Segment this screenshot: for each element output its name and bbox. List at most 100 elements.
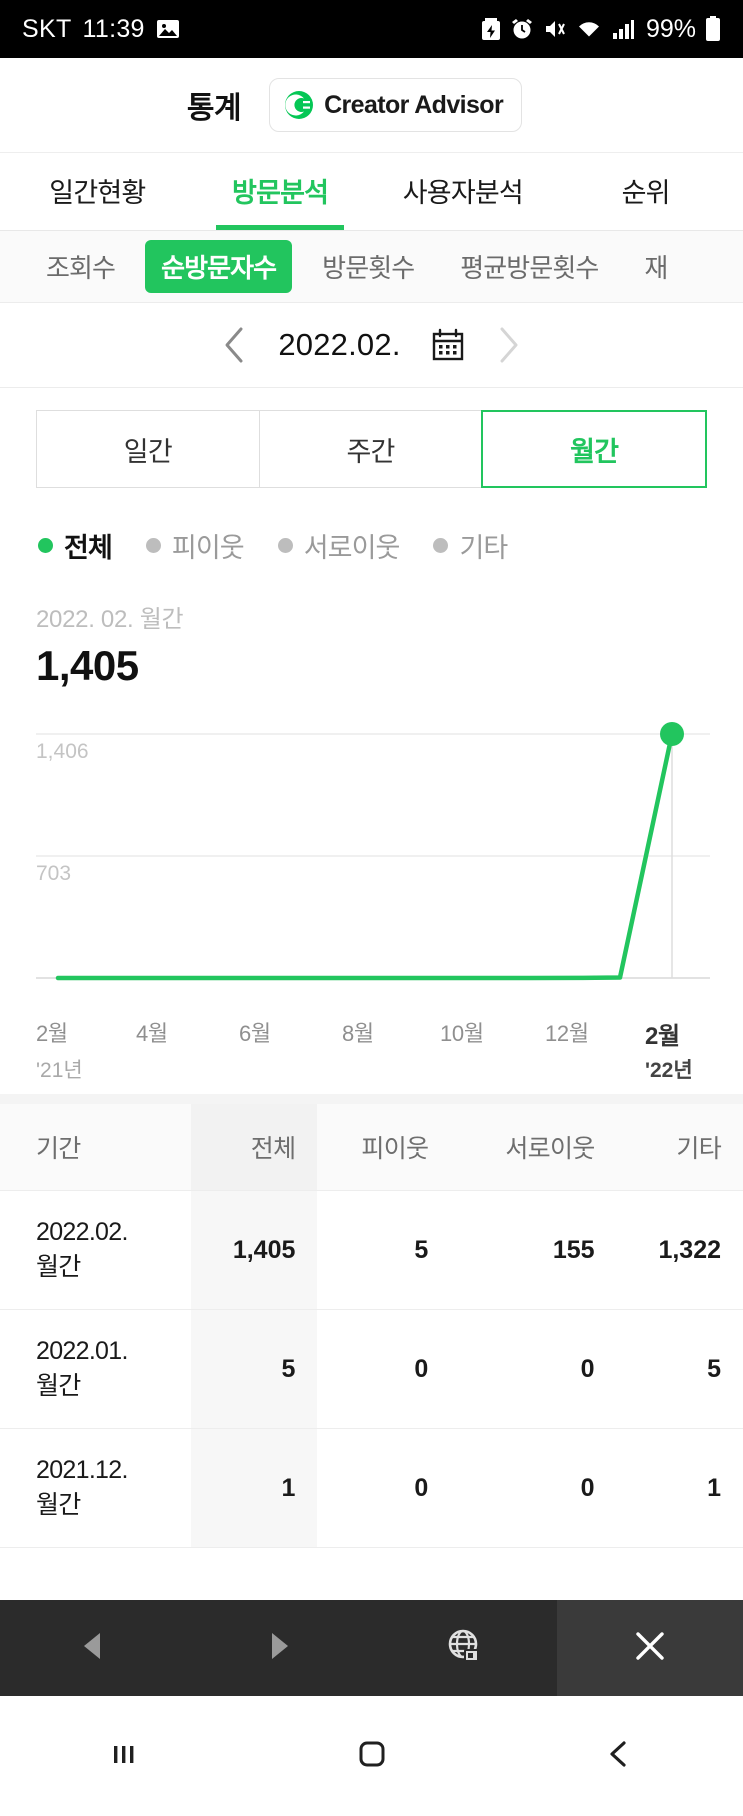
summary-subtitle: 2022. 02. 월간 [36,606,184,633]
table-header-row: 기간 전체 피이웃 서로이웃 기타 [0,1104,743,1191]
legend-dot-icon [277,538,293,553]
period-line2: 월간 [36,1491,81,1519]
x-year-label: '21년 [36,1059,83,1082]
nav-recents-button[interactable] [0,1736,248,1777]
globe-icon [444,1626,484,1671]
chip-visit-count[interactable]: 방문횟수 [306,240,430,293]
browser-open-external-button[interactable] [372,1600,558,1696]
segment-weekly[interactable]: 주간 [258,410,483,488]
status-bar: SKT 11:39 99% [0,0,743,58]
period-segmented-control: 일간 주간 월간 [36,410,708,488]
x-tick-label: 4월 [136,1021,168,1046]
col-mutual: 서로이웃 [450,1104,617,1191]
x-tick-label: 12월 [545,1021,589,1046]
col-total: 전체 [190,1104,318,1191]
cell-period: 2022.01. 월간 [0,1309,191,1429]
period-line1: 2022.01. [36,1337,128,1365]
segment-monthly[interactable]: 월간 [481,410,708,488]
stats-table-wrap: 기간 전체 피이웃 서로이웃 기타 2022.02. 월간 1,405 5 15… [0,1094,743,1548]
summary-block: 2022. 02. 월간 1,405 [0,565,743,690]
phone-screen: SKT 11:39 99% 통계 Creator Advisor 일간현황 방문… [0,0,743,1816]
browser-forward-button[interactable] [186,1600,372,1696]
col-period: 기간 [0,1104,191,1191]
legend-dot-icon [38,538,53,553]
chip-unique-visitors[interactable]: 순방문자수 [145,240,293,293]
nav-back-button[interactable] [495,1736,743,1777]
metric-chip-row[interactable]: 조회수 순방문자수 방문횟수 평균방문횟수 재 [0,231,743,303]
android-nav-bar [0,1696,743,1816]
status-bar-left: SKT 11:39 [22,15,180,44]
clock-label: 11:39 [82,14,145,43]
summary-value: 1,405 [36,642,139,689]
x-tick-label: 8월 [342,1021,374,1046]
legend-item-total[interactable]: 전체 [38,526,113,565]
legend-label: 피이웃 [171,533,245,563]
period-segment-wrap: 일간 주간 월간 [0,388,743,488]
image-icon [156,17,180,41]
tab-visit-analysis[interactable]: 방문분석 [189,171,372,230]
stats-table: 기간 전체 피이웃 서로이웃 기타 2022.02. 월간 1,405 5 15… [0,1104,743,1548]
cell-etc: 1 [616,1428,743,1548]
battery-percent-label: 99% [645,14,696,43]
cell-total: 1,405 [190,1190,318,1310]
period-line2: 월간 [36,1253,81,1281]
cell-pineighbor: 0 [317,1309,451,1429]
chip-avg-visit-count[interactable]: 평균방문횟수 [444,240,614,293]
wifi-icon [576,17,602,41]
next-month-button[interactable] [495,325,521,365]
legend-item-etc[interactable]: 기타 [433,526,508,565]
legend-item-mutual-neighbor[interactable]: 서로이웃 [277,526,400,565]
x-tick-label: 10월 [440,1021,484,1046]
cell-etc: 1,322 [616,1190,743,1310]
date-navigator: 2022.02. [0,303,743,388]
line-chart: 1,406 703 [0,716,743,1016]
x-tick-label: 6월 [239,1021,271,1046]
cell-mutual: 155 [450,1190,617,1310]
main-tabs: 일간현황 방문분석 사용자분석 순위 [0,153,743,231]
battery-saver-icon [481,17,501,41]
creator-advisor-label: Creator Advisor [324,90,504,119]
table-body: 2022.02. 월간 1,405 5 155 1,322 2022.01. 월… [0,1190,743,1548]
nav-home-button[interactable] [248,1736,496,1777]
cell-total: 1 [190,1428,318,1548]
forward-icon [262,1629,296,1668]
period-line1: 2021.12. [36,1456,128,1484]
legend-item-pineighbor[interactable]: 피이웃 [145,526,245,565]
chart-legend: 전체 피이웃 서로이웃 기타 [0,488,743,565]
battery-icon [705,16,721,42]
prev-month-button[interactable] [222,325,248,365]
back-icon [601,1736,637,1777]
cell-pineighbor: 5 [317,1190,451,1310]
x-year-label-current: '22년 [645,1059,693,1082]
chip-pageviews[interactable]: 조회수 [30,240,131,293]
status-bar-right: 99% [481,15,721,44]
chart-x-axis: 2월 4월 6월 8월 10월 12월 2월 '21년 '22년 [0,1016,743,1094]
back-icon [76,1629,110,1668]
table-row[interactable]: 2022.02. 월간 1,405 5 155 1,322 [0,1190,743,1310]
tab-ranking[interactable]: 순위 [554,171,737,230]
browser-close-button[interactable] [557,1600,743,1696]
x-tick-label: 2월 [36,1021,68,1046]
cell-total: 5 [190,1309,318,1429]
calendar-icon[interactable] [431,328,465,362]
table-row[interactable]: 2021.12. 월간 1 0 0 1 [0,1428,743,1548]
y-tick-mid: 703 [36,862,71,885]
col-etc: 기타 [616,1104,743,1191]
signal-icon [611,17,635,41]
browser-back-button[interactable] [0,1600,186,1696]
tab-user-analysis[interactable]: 사용자분석 [372,171,555,230]
legend-dot-icon [145,538,161,553]
chip-revisit[interactable]: 재 [628,240,683,293]
mute-icon [543,17,567,41]
table-row[interactable]: 2022.01. 월간 5 0 0 5 [0,1309,743,1429]
tab-daily-status[interactable]: 일간현황 [6,171,189,230]
segment-daily[interactable]: 일간 [36,410,260,488]
period-line1: 2022.02. [36,1218,128,1246]
cell-period: 2022.02. 월간 [0,1190,191,1310]
close-icon [630,1626,670,1671]
legend-label: 전체 [64,533,113,563]
cell-mutual: 0 [450,1428,617,1548]
alarm-icon [510,17,534,41]
x-tick-label-current: 2월 [645,1023,680,1050]
creator-advisor-button[interactable]: Creator Advisor [269,78,523,132]
